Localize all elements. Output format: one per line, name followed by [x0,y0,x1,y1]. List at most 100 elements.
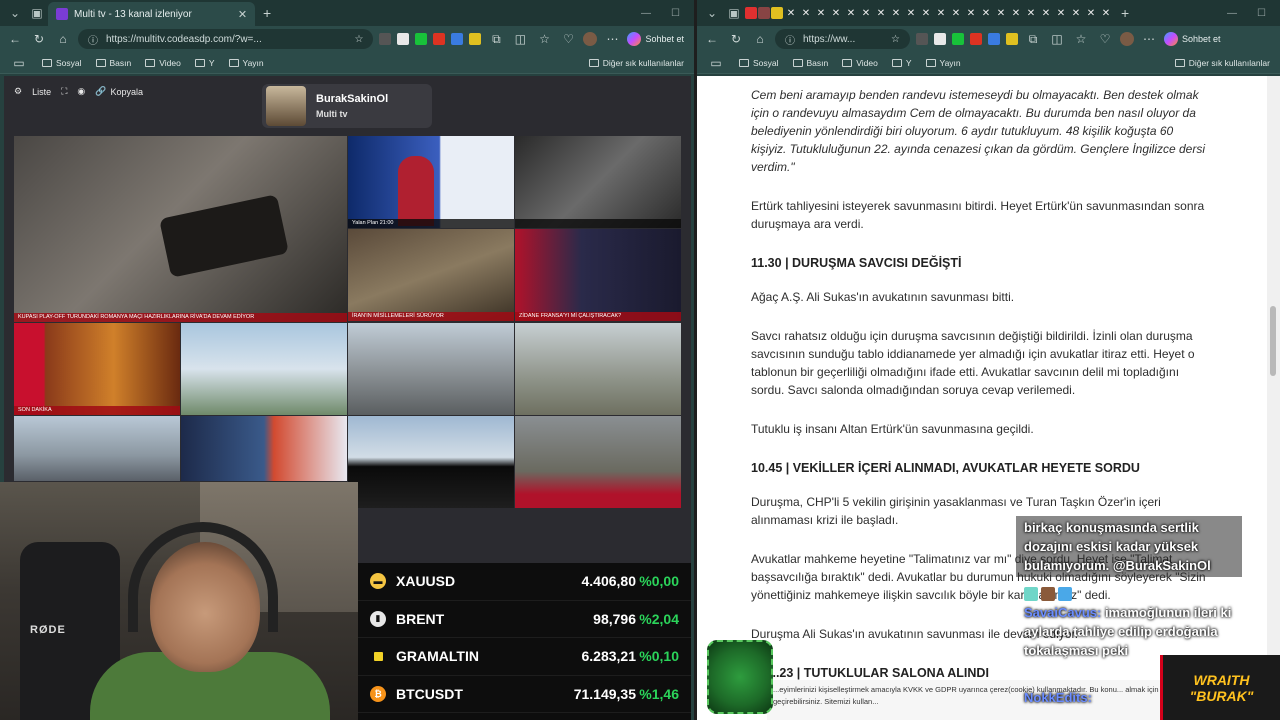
close-tab-icon[interactable]: ✕ [1054,2,1068,24]
close-tab-icon[interactable]: ✕ [1039,2,1053,24]
close-tab-icon[interactable]: ✕ [979,2,993,24]
bookmark-folder[interactable]: Video [842,58,878,68]
favorite-star-icon[interactable]: ☆ [355,34,364,45]
favorites-icon[interactable]: ☆ [1072,32,1090,46]
extension-icon[interactable] [988,33,1000,45]
new-tab-button[interactable]: + [255,5,279,21]
extension-icon[interactable] [952,33,964,45]
bookmark-folder[interactable]: Yayın [925,58,961,68]
extension-icon[interactable] [970,33,982,45]
scrollbar-thumb[interactable] [1270,306,1276,376]
close-tab-icon[interactable]: ✕ [889,2,903,24]
video-tile[interactable] [14,416,180,481]
settings-button[interactable]: ⚙ [14,86,22,97]
close-tab-icon[interactable]: ✕ [964,2,978,24]
extension-icon[interactable] [469,33,482,45]
extension-icon[interactable] [934,33,946,45]
extension-icon[interactable] [379,33,392,45]
close-tab-icon[interactable]: ✕ [949,2,963,24]
record-icon[interactable]: ◉ [77,86,85,97]
close-tab-icon[interactable]: ✕ [934,2,948,24]
fullscreen-icon[interactable]: ⛶ [61,86,67,97]
close-tab-icon[interactable]: ✕ [784,2,798,24]
close-tab-icon[interactable]: ✕ [799,2,813,24]
bookmark-folder[interactable]: Basın [95,58,131,68]
video-tile[interactable] [181,416,347,481]
close-tab-icon[interactable]: ✕ [1069,2,1083,24]
refresh-icon[interactable]: ↻ [30,32,48,46]
video-tile[interactable]: SON DAKİKA [14,323,180,415]
bookmark-folder[interactable]: Video [145,58,181,68]
sidebar-toggle-icon[interactable]: ▭ [10,56,28,70]
tab-actions-icon[interactable]: ⌄ [701,2,723,24]
video-tile[interactable]: Yalan Plan 21:00 [348,136,514,228]
menu-icon[interactable]: ⋯ [603,32,621,46]
close-tab-icon[interactable]: ✕ [919,2,933,24]
video-tile[interactable] [515,136,681,228]
favorite-star-icon[interactable]: ☆ [891,34,900,45]
profile-avatar[interactable] [1120,32,1134,46]
tab-actions-icon[interactable]: ⌄ [4,2,26,24]
close-tab-icon[interactable]: ✕ [1084,2,1098,24]
workspaces-icon[interactable]: ▣ [723,2,745,24]
favorites-icon[interactable]: ☆ [535,32,553,46]
bookmark-folder[interactable]: Yayın [228,58,264,68]
minimize-icon[interactable]: — [1227,8,1237,19]
maximize-icon[interactable]: ☐ [671,8,680,19]
youtube-tab-icon[interactable] [745,7,757,19]
split-screen-icon[interactable]: ◫ [511,32,529,46]
video-tile[interactable] [348,416,514,508]
bookmark-folder[interactable]: Y [891,58,912,68]
bookmark-folder[interactable]: Y [194,58,215,68]
refresh-icon[interactable]: ↻ [727,32,745,46]
close-tab-icon[interactable]: ✕ [874,2,888,24]
video-tile[interactable] [515,416,681,508]
other-favorites[interactable]: Diğer sık kullanılanlar [1174,58,1270,68]
extensions-icon[interactable]: ⧉ [1024,32,1042,47]
profile-avatar[interactable] [583,32,598,46]
tab-icon[interactable] [771,7,783,19]
profile-card[interactable]: BurakSakinOl Multi tv [262,84,432,128]
new-tab-button[interactable]: + [1113,5,1137,21]
address-bar[interactable]: ⓘ https://multitv.codeasdp.com/?w=... ☆ [78,29,374,49]
close-tab-icon[interactable]: ✕ [814,2,828,24]
video-tile[interactable]: ZİDANE FRANSA'YI Mİ ÇALIŞTIRACAK? [515,229,681,321]
extensions-icon[interactable]: ⧉ [487,32,505,47]
close-tab-icon[interactable]: ✕ [1024,2,1038,24]
maximize-icon[interactable]: ☐ [1257,8,1266,19]
bookmark-folder[interactable]: Basın [792,58,828,68]
copilot-button[interactable]: Sohbet et [627,32,688,46]
minimize-icon[interactable]: — [641,8,651,19]
close-tab-icon[interactable]: ✕ [844,2,858,24]
extension-icon[interactable] [451,33,464,45]
extension-icon[interactable] [1006,33,1018,45]
list-button[interactable]: Liste [32,87,51,97]
menu-icon[interactable]: ⋯ [1140,32,1158,46]
video-tile[interactable] [515,323,681,415]
back-icon[interactable]: ← [6,32,24,46]
address-bar[interactable]: ⓘ https://ww... ☆ [775,29,910,49]
back-icon[interactable]: ← [703,32,721,46]
close-tab-icon[interactable]: ✕ [1099,2,1113,24]
tab-icon[interactable] [758,7,770,19]
extension-icon[interactable] [397,33,410,45]
video-tile[interactable] [181,323,347,415]
video-tile[interactable]: KUPASI PLAY-OFF TURUNDAKİ ROMANYA MAÇI H… [14,136,347,322]
close-tab-icon[interactable]: ✕ [238,8,247,21]
close-tab-icon[interactable]: ✕ [1009,2,1023,24]
workspaces-icon[interactable]: ▣ [26,2,48,24]
copilot-button[interactable]: Sohbet et [1164,32,1225,46]
bookmark-folder[interactable]: Sosyal [739,58,779,68]
home-icon[interactable]: ⌂ [54,32,72,46]
collections-icon[interactable]: ♡ [1096,32,1114,46]
home-icon[interactable]: ⌂ [751,32,769,46]
video-tile[interactable] [348,323,514,415]
extension-icon[interactable] [916,33,928,45]
other-favorites[interactable]: Diğer sık kullanılanlar [588,58,684,68]
close-tab-icon[interactable]: ✕ [859,2,873,24]
collections-icon[interactable]: ♡ [559,32,577,46]
close-tab-icon[interactable]: ✕ [829,2,843,24]
close-tab-icon[interactable]: ✕ [994,2,1008,24]
bookmark-folder[interactable]: Sosyal [42,58,82,68]
copy-button[interactable]: 🔗 Kopyala [95,86,143,97]
